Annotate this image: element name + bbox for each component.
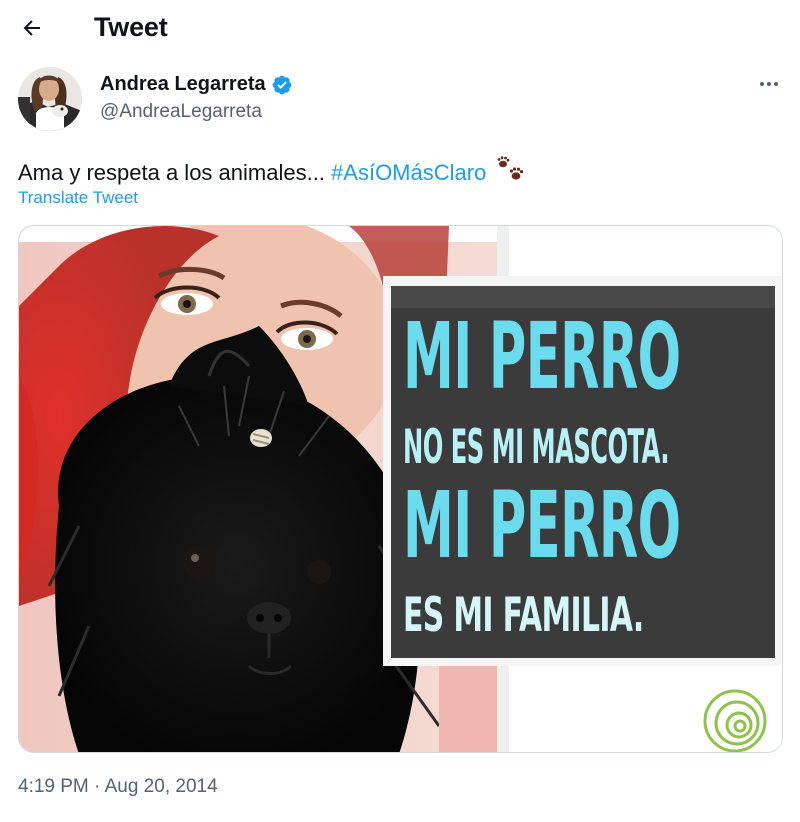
author-handle[interactable]: @AndreaLegarreta bbox=[100, 101, 262, 123]
paw-prints-icon bbox=[498, 156, 524, 180]
avatar[interactable] bbox=[18, 67, 82, 131]
tweet-timestamp[interactable]: 4:19 PM · Aug 20, 2014 bbox=[18, 776, 218, 798]
name-row: Andrea Legarreta bbox=[100, 73, 293, 96]
more-horizontal-icon bbox=[760, 82, 778, 86]
tweet-media[interactable]: MI PERRO NO ES MI MASCOTA. MI PERRO ES M… bbox=[18, 225, 783, 753]
arrow-left-icon bbox=[23, 20, 40, 36]
tweet-text: Ama y respeta a los animales... #AsíOMás… bbox=[18, 156, 526, 186]
meme-line-3: MI PERRO bbox=[403, 472, 681, 579]
tweet-author: Andrea Legarreta @AndreaLegarreta bbox=[18, 67, 784, 133]
page-header: Tweet bbox=[0, 0, 800, 56]
meme-line-1: MI PERRO bbox=[403, 303, 681, 410]
display-name[interactable]: Andrea Legarreta bbox=[100, 73, 266, 96]
more-button[interactable] bbox=[754, 73, 784, 95]
back-button[interactable] bbox=[14, 10, 50, 46]
tweet-body: Ama y respeta a los animales... bbox=[18, 160, 325, 185]
meme-line-4: ES MI FAMILIA. bbox=[403, 588, 644, 643]
meme-line-2: NO ES MI MASCOTA. bbox=[403, 420, 670, 475]
translate-tweet-link[interactable]: Translate Tweet bbox=[18, 188, 138, 208]
verified-badge-icon bbox=[272, 75, 292, 94]
page-title: Tweet bbox=[94, 12, 168, 42]
hashtag-link[interactable]: #AsíOMásClaro bbox=[331, 160, 486, 185]
